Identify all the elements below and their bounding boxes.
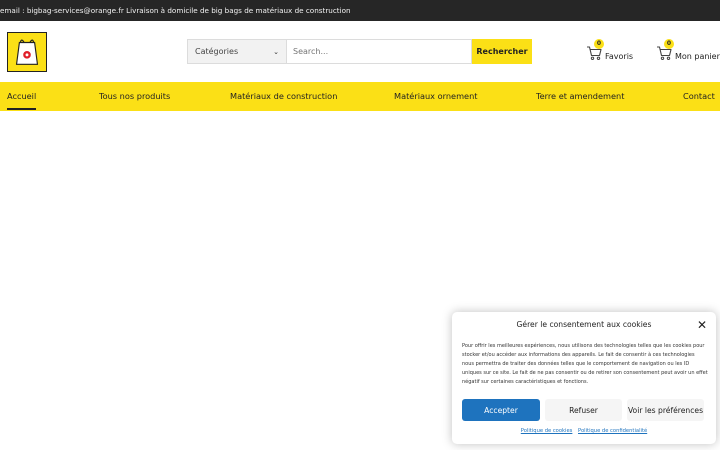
search-bar: Catégories ⌄ Rechercher bbox=[187, 39, 532, 64]
main-nav: Accueil Tous nos produits Matériaux de c… bbox=[0, 82, 720, 111]
close-icon[interactable]: ✕ bbox=[697, 319, 707, 331]
big-bag-logo-icon bbox=[15, 39, 39, 65]
chevron-down-icon: ⌄ bbox=[273, 47, 279, 56]
accept-button[interactable]: Accepter bbox=[462, 399, 540, 421]
cart-link[interactable]: 0 Mon panier bbox=[656, 39, 720, 63]
cookie-consent-dialog: Gérer le consentement aux cookies ✕ Pour… bbox=[452, 312, 716, 444]
top-bar: email : bigbag-services@orange.fr Livrai… bbox=[0, 0, 720, 21]
site-header: Catégories ⌄ Rechercher 0 Favoris 0 Mon … bbox=[0, 21, 720, 82]
search-button[interactable]: Rechercher bbox=[472, 39, 532, 64]
cookie-policy-link[interactable]: Politique de cookies bbox=[521, 428, 573, 434]
nav-item-contact[interactable]: Contact bbox=[683, 82, 715, 111]
preferences-button[interactable]: Voir les préférences bbox=[627, 399, 704, 421]
top-bar-text: email : bigbag-services@orange.fr Livrai… bbox=[0, 6, 351, 15]
nav-item-materiaux-construction[interactable]: Matériaux de construction bbox=[230, 82, 337, 111]
category-select-label: Catégories bbox=[195, 47, 239, 56]
consent-buttons: Accepter Refuser Voir les préférences bbox=[462, 399, 704, 421]
consent-title: Gérer le consentement aux cookies bbox=[516, 320, 652, 329]
favorites-count-badge: 0 bbox=[594, 39, 604, 49]
cart-count-badge: 0 bbox=[664, 39, 674, 49]
privacy-policy-link[interactable]: Politique de confidentialité bbox=[578, 428, 647, 434]
favorites-link[interactable]: 0 Favoris bbox=[586, 39, 634, 63]
cart-icon: 0 bbox=[656, 39, 674, 61]
site-logo[interactable] bbox=[7, 32, 47, 72]
refuse-button[interactable]: Refuser bbox=[545, 399, 622, 421]
nav-item-terre-amendement[interactable]: Terre et amendement bbox=[536, 82, 624, 111]
category-select[interactable]: Catégories ⌄ bbox=[187, 39, 287, 64]
nav-item-tous-nos-produits[interactable]: Tous nos produits bbox=[99, 82, 170, 111]
cart-label: Mon panier bbox=[675, 51, 720, 61]
favorites-label: Favoris bbox=[605, 51, 634, 61]
search-input[interactable] bbox=[287, 39, 472, 64]
cart-icon: 0 bbox=[586, 39, 604, 61]
nav-item-accueil[interactable]: Accueil bbox=[7, 82, 37, 111]
nav-item-materiaux-ornement[interactable]: Matériaux ornement bbox=[394, 82, 478, 111]
consent-body-text: Pour offrir les meilleures expériences, … bbox=[462, 343, 708, 385]
consent-links: Politique de cookies Politique de confid… bbox=[452, 428, 716, 434]
